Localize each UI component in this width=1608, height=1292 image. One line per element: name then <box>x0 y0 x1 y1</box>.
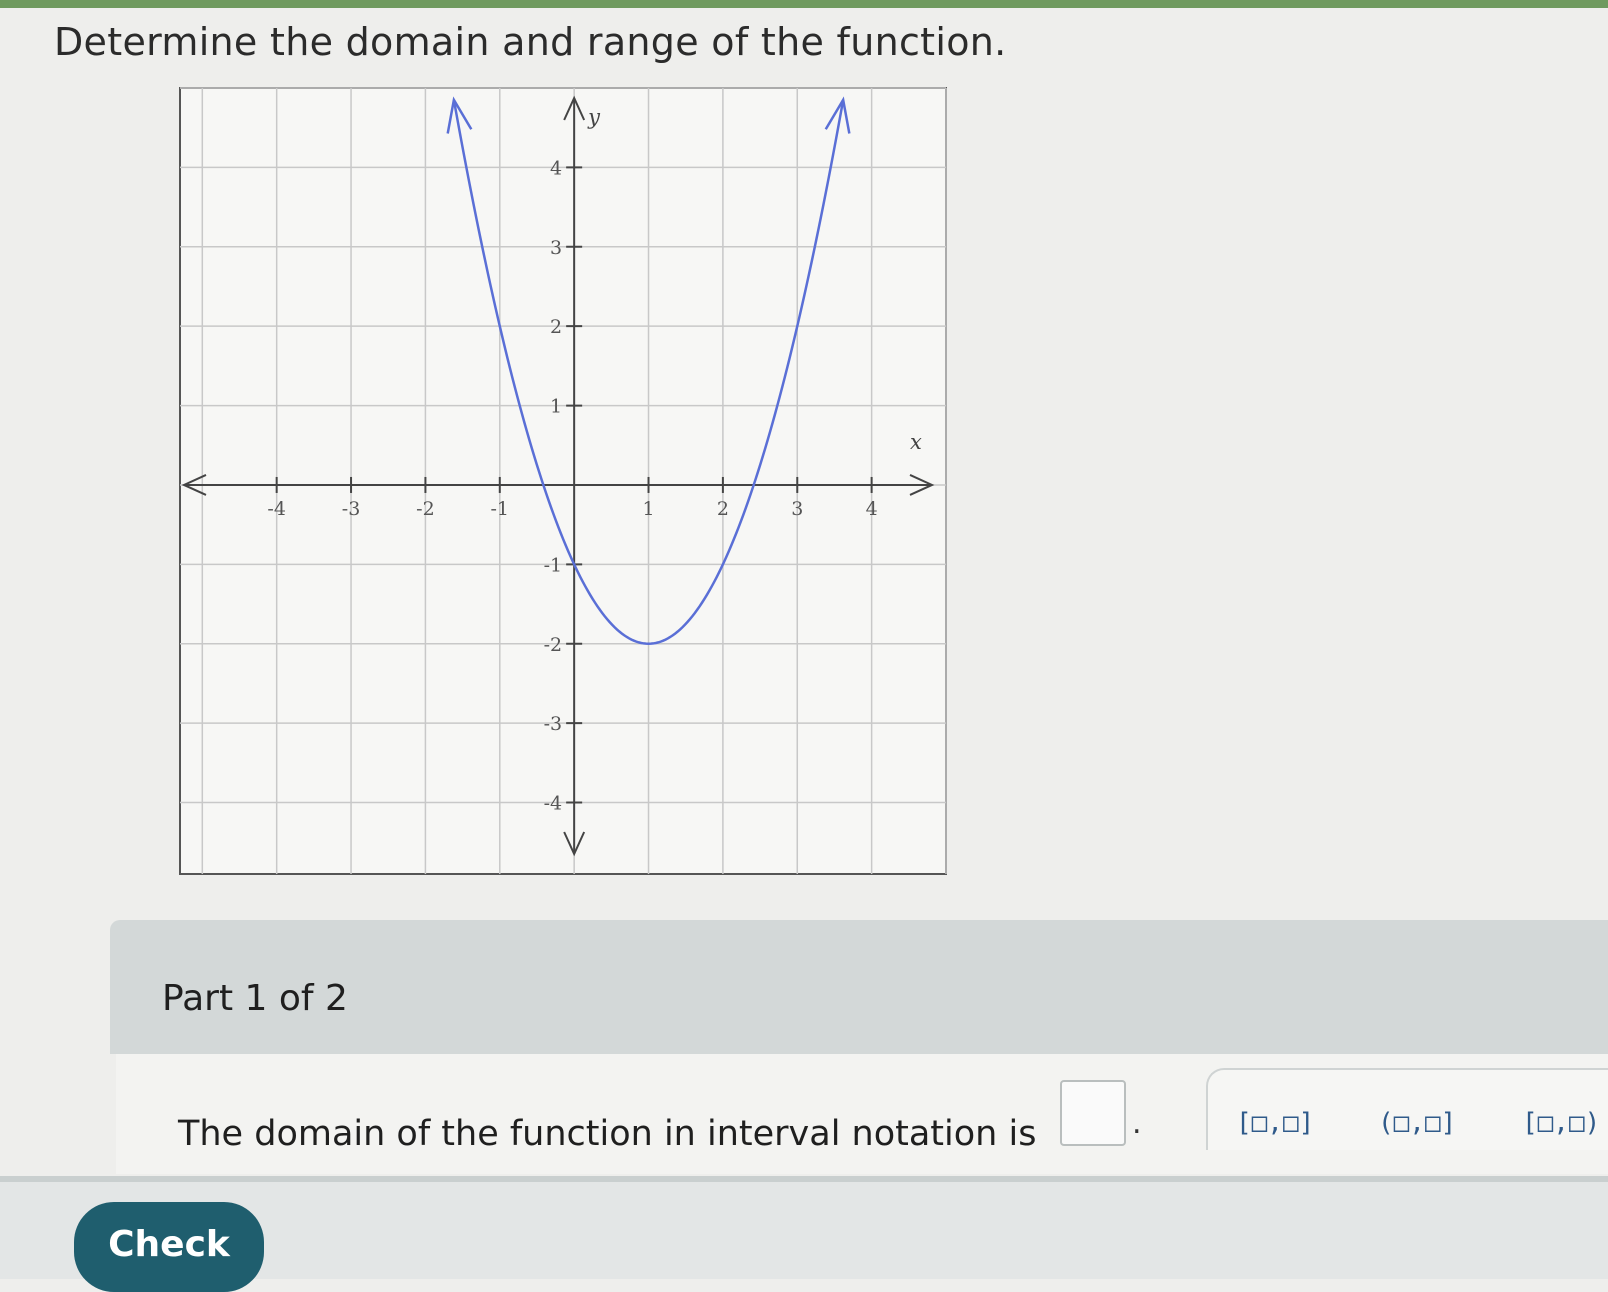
problem-prompt: Determine the domain and range of the fu… <box>54 20 1007 64</box>
answer-panel: The domain of the function in interval n… <box>116 1054 1608 1174</box>
y-axis-label: y <box>587 105 601 129</box>
x-axis-label: x <box>910 430 922 454</box>
graph-svg: x y -4 -3 -2 -1 1 2 3 4 -4 -3 -2 -1 1 2 3 4 <box>179 87 947 875</box>
part-header-panel: Part 1 of 2 <box>110 920 1608 1054</box>
y-tick-label: 4 <box>550 157 562 179</box>
top-accent-strip <box>0 0 1608 8</box>
x-tick-label: -4 <box>267 498 286 520</box>
domain-answer-input[interactable] <box>1060 1080 1126 1146</box>
graph-frame <box>179 87 947 875</box>
palette-closed-closed-button[interactable]: [□,□] <box>1236 1108 1314 1138</box>
domain-question-text: The domain of the function in interval n… <box>178 1114 1037 1154</box>
y-tick-label: -1 <box>544 554 563 576</box>
x-tick-label: 4 <box>866 498 878 520</box>
x-tick-label: 2 <box>717 498 729 520</box>
y-tick-label: -2 <box>544 634 563 656</box>
check-button[interactable]: Check <box>74 1202 264 1292</box>
question-period: . <box>1132 1106 1142 1141</box>
y-tick-label: 2 <box>550 316 562 338</box>
y-tick-label: -4 <box>544 793 563 815</box>
y-tick-label: 1 <box>550 396 562 418</box>
x-tick-label: 1 <box>642 498 654 520</box>
x-tick-label: -3 <box>342 498 361 520</box>
interval-palette: [□,□] (□,□] [□,□) <box>1206 1068 1608 1150</box>
x-tick-label: -2 <box>416 498 435 520</box>
y-tick-label: 3 <box>550 237 562 259</box>
palette-closed-open-button[interactable]: [□,□) <box>1522 1108 1600 1138</box>
part-label: Part 1 of 2 <box>162 978 348 1019</box>
x-tick-label: 3 <box>791 498 803 520</box>
y-tick-label: -3 <box>544 713 563 735</box>
function-graph: x y -4 -3 -2 -1 1 2 3 4 -4 -3 -2 -1 1 2 3 4 <box>160 84 966 896</box>
x-tick-label: -1 <box>491 498 510 520</box>
palette-open-closed-button[interactable]: (□,□] <box>1378 1108 1456 1138</box>
